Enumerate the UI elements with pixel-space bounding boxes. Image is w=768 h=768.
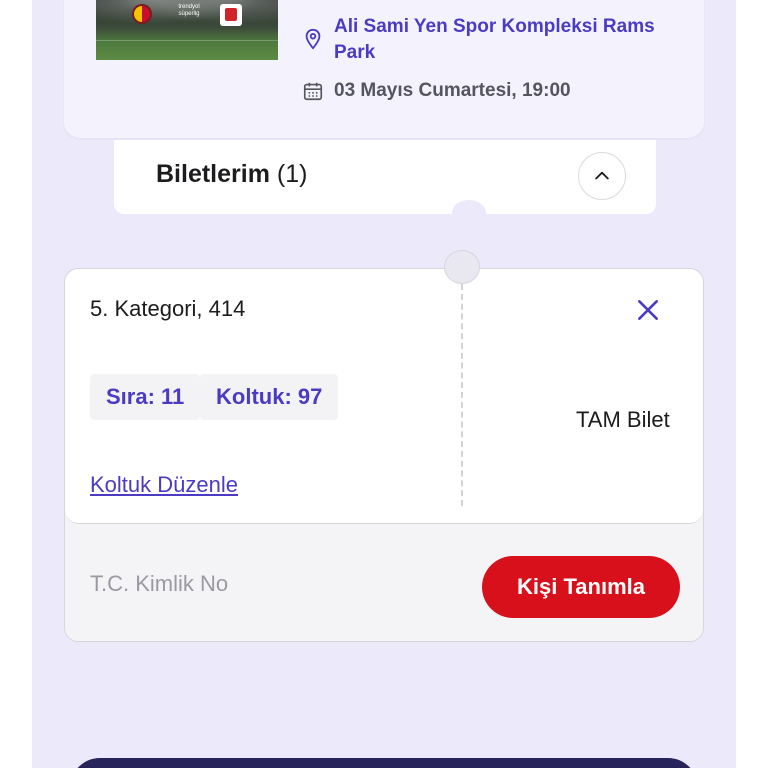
edit-seat-link[interactable]: Koltuk Düzenle: [90, 472, 238, 498]
tickets-header[interactable]: Biletlerim (1): [114, 140, 656, 214]
row-chip: Sıra: 11: [90, 374, 201, 420]
date-row: 03 Mayıs Cumartesi, 19:00: [302, 80, 571, 102]
ticket-type: TAM Bilet: [576, 407, 670, 432]
define-person-button[interactable]: Kişi Tanımla: [482, 556, 680, 618]
close-icon: [638, 300, 658, 320]
seat-chip: Koltuk: 97: [200, 374, 339, 420]
location-pin-icon: [305, 28, 321, 50]
venue-name[interactable]: Ali Sami Yen Spor Kompleksi Rams Park: [334, 14, 682, 66]
calendar-icon: [303, 82, 323, 101]
remove-ticket-button[interactable]: [630, 292, 666, 328]
tickets-title-label: Biletlerim: [156, 160, 270, 188]
pitch-line: [96, 40, 278, 41]
tickets-count: (1): [276, 160, 308, 188]
collapse-button[interactable]: [578, 152, 626, 200]
venue-row: Ali Sami Yen Spor Kompleksi Rams Park: [302, 14, 682, 66]
ticket-divider: [461, 284, 463, 506]
ticket-category: 5. Kategori, 414: [90, 296, 246, 321]
ticket-connector-notch: [452, 200, 486, 226]
tc-id-field[interactable]: T.C. Kimlik No: [90, 571, 228, 597]
league-logo: trendyol süperlig: [178, 4, 200, 17]
chevron-up-icon: [595, 171, 609, 180]
event-date: 03 Mayıs Cumartesi, 19:00: [334, 80, 571, 101]
team-logo-home: [132, 4, 152, 24]
ticket-perforation-notch: [444, 250, 480, 284]
event-thumbnail: trendyol süperlig: [96, 0, 278, 60]
team-logo-away: [220, 4, 242, 26]
tickets-title: Biletlerim (1): [156, 160, 307, 189]
bottom-action-bar[interactable]: [70, 758, 698, 768]
